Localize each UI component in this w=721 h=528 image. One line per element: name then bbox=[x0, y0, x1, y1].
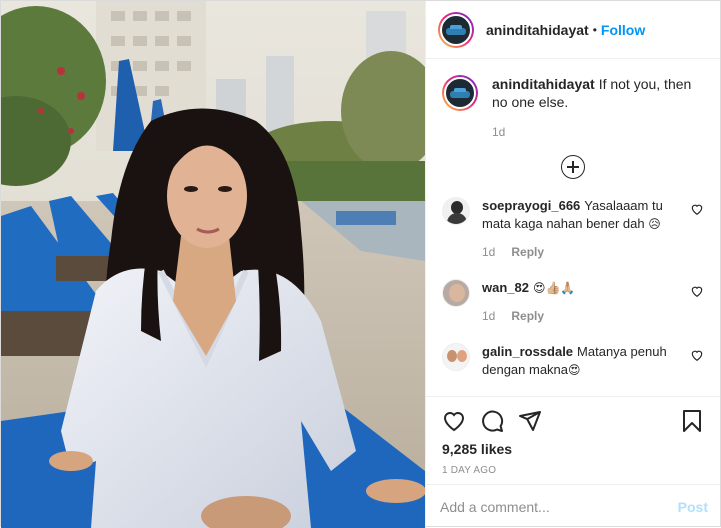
comment-time[interactable]: 1d bbox=[482, 243, 495, 261]
post-photo[interactable] bbox=[1, 1, 425, 528]
heart-icon[interactable] bbox=[442, 409, 466, 433]
author-username[interactable]: aninditahidayat bbox=[486, 22, 589, 38]
comment-emoji: 😍👍🏼🙏🏼 bbox=[532, 281, 576, 295]
photo-woman-pool-lounger bbox=[1, 1, 425, 528]
action-icons-row bbox=[442, 403, 704, 439]
post-timestamp[interactable]: 1 DAY AGO bbox=[442, 465, 704, 476]
load-more-comments-icon[interactable] bbox=[561, 155, 585, 179]
add-comment-bar: Post bbox=[426, 484, 720, 528]
paper-plane-icon[interactable] bbox=[518, 409, 542, 433]
comment-time[interactable]: 1d bbox=[482, 307, 495, 325]
comments-section[interactable]: aninditahidayat If not you, then no one e… bbox=[426, 59, 720, 396]
post-side-panel: aninditahidayat • Follow aninditahidayat… bbox=[425, 1, 720, 528]
caption-author-avatar[interactable] bbox=[442, 75, 478, 111]
author-avatar[interactable] bbox=[438, 11, 474, 48]
comment-emoji: 😍 bbox=[568, 363, 581, 377]
commenter-avatar[interactable] bbox=[442, 197, 470, 225]
post-container: aninditahidayat • Follow aninditahidayat… bbox=[0, 0, 721, 528]
commenter-avatar[interactable] bbox=[442, 343, 470, 371]
comment-emoji: 😥 bbox=[648, 217, 661, 231]
likes-count[interactable]: 9,285 likes bbox=[442, 441, 704, 457]
comment-username[interactable]: soeprayogi_666 bbox=[482, 198, 580, 213]
post-header: aninditahidayat • Follow bbox=[426, 1, 720, 59]
comment-like-heart-icon[interactable] bbox=[690, 202, 704, 216]
reply-button[interactable]: Reply bbox=[511, 243, 544, 261]
post-caption: aninditahidayat If not you, then no one e… bbox=[442, 75, 704, 141]
reply-button[interactable]: Reply bbox=[511, 307, 544, 325]
comment-username[interactable]: galin_rossdale bbox=[482, 344, 573, 359]
post-actions: 9,285 likes 1 DAY AGO bbox=[426, 396, 720, 484]
comment-item: wan_82 😍👍🏼🙏🏼 1d Reply bbox=[442, 279, 704, 325]
comment-username[interactable]: wan_82 bbox=[482, 280, 529, 295]
post-comment-button[interactable]: Post bbox=[678, 499, 708, 515]
comment-item: soeprayogi_666 Yasalaaam tu mata kaga nah… bbox=[442, 197, 704, 261]
comment-like-heart-icon[interactable] bbox=[690, 348, 704, 362]
caption-username[interactable]: aninditahidayat bbox=[492, 76, 595, 92]
comment-item: galin_rossdale Matanya penuh dengan makna… bbox=[442, 343, 704, 379]
follow-button[interactable]: Follow bbox=[601, 22, 645, 38]
commenter-avatar[interactable] bbox=[442, 279, 470, 307]
caption-time[interactable]: 1d bbox=[492, 123, 505, 141]
comment-like-heart-icon[interactable] bbox=[690, 284, 704, 298]
comment-bubble-icon[interactable] bbox=[480, 409, 504, 433]
add-comment-input[interactable] bbox=[440, 498, 678, 515]
header-separator: • bbox=[592, 22, 597, 37]
bookmark-icon[interactable] bbox=[680, 409, 704, 433]
